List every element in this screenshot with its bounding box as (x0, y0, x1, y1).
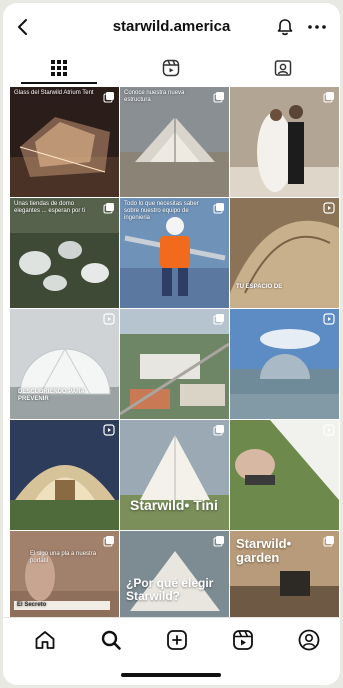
posts-grid: Glass del Starwild Atrium Tent Conoce nu… (10, 87, 340, 617)
tagged-icon (274, 60, 292, 76)
tab-posts[interactable] (3, 51, 115, 85)
post-thumbnail[interactable]: Glass del Starwild Atrium Tent (10, 87, 119, 197)
post-caption: Glass del Starwild Atrium Tent (14, 90, 94, 96)
post-title-overlay: Starwild• garden (236, 536, 292, 565)
post-image (10, 420, 119, 530)
carousel-icon (323, 536, 334, 547)
carousel-icon (213, 314, 224, 325)
active-tab-indicator (21, 82, 97, 84)
profile-tabs (3, 51, 340, 85)
reels-icon (103, 424, 115, 436)
post-image (120, 420, 229, 530)
grid-icon (51, 60, 67, 76)
bottom-navigation (3, 617, 340, 664)
home-icon[interactable] (33, 628, 57, 652)
reels-icon (162, 59, 180, 77)
post-thumbnail[interactable] (230, 87, 339, 197)
reels-icon (323, 424, 335, 436)
reels-icon (323, 202, 335, 214)
post-image (120, 309, 229, 419)
post-thumbnail[interactable] (10, 420, 119, 530)
tab-reels[interactable] (115, 51, 227, 85)
carousel-icon (213, 203, 224, 214)
post-image (230, 309, 339, 419)
reels-icon (103, 313, 115, 325)
carousel-icon (213, 425, 224, 436)
carousel-icon (103, 203, 114, 214)
post-image (230, 87, 339, 197)
reels-icon (323, 313, 335, 325)
post-thumbnail[interactable] (230, 420, 339, 530)
bell-icon[interactable] (275, 17, 295, 37)
post-thumbnail[interactable]: Starwild• garden (230, 531, 339, 617)
post-title-overlay: ¿Por qué elegir Starwild? (126, 576, 214, 603)
carousel-icon (103, 536, 114, 547)
post-image (230, 420, 339, 530)
post-thumbnail[interactable]: El sigo una pla a nuestra portátil El Se… (10, 531, 119, 617)
search-icon[interactable] (99, 628, 123, 652)
post-caption: Conoce nuestra nueva estructura (124, 90, 185, 103)
profile-icon[interactable] (297, 628, 321, 652)
post-image (10, 87, 119, 197)
post-caption: Unas tiendas de domo elegantes ... esper… (14, 201, 86, 214)
post-thumbnail[interactable]: ¿Por qué elegir Starwild? (120, 531, 229, 617)
profile-header: starwild.america (3, 3, 340, 51)
more-horizontal-icon[interactable] (305, 17, 329, 37)
post-caption: El Secreto (14, 601, 110, 610)
post-thumbnail[interactable] (230, 309, 339, 419)
post-thumbnail[interactable]: Unas tiendas de domo elegantes ... esper… (10, 198, 119, 308)
post-image (230, 198, 339, 308)
plus-square-icon[interactable] (165, 628, 189, 652)
home-indicator (121, 673, 221, 677)
post-thumbnail[interactable]: Todo lo que necesitas saber sobre nuestr… (120, 198, 229, 308)
carousel-icon (213, 536, 224, 547)
post-thumbnail[interactable]: TU ESPACIO DE (230, 198, 339, 308)
post-caption: Todo lo que necesitas saber sobre nuestr… (124, 201, 199, 221)
carousel-icon (213, 92, 224, 103)
post-title-overlay: Starwild• Tini (130, 497, 218, 513)
post-thumbnail[interactable]: Conoce nuestra nueva estructura (120, 87, 229, 197)
post-thumbnail[interactable]: Starwild• Tini (120, 420, 229, 530)
post-thumbnail[interactable]: DESCUBRIENDO PARA PREVENIR (10, 309, 119, 419)
carousel-icon (103, 92, 114, 103)
phone-screen: starwild.america Glass del Starwild Atri… (3, 3, 340, 685)
carousel-icon (323, 92, 334, 103)
post-thumbnail[interactable] (120, 309, 229, 419)
reels-icon[interactable] (231, 628, 255, 652)
tab-tagged[interactable] (227, 51, 339, 85)
post-caption: DESCUBRIENDO PARA PREVENIR (18, 389, 85, 402)
post-subcaption: El sigo una pla a nuestra portátil (30, 551, 97, 564)
post-caption: TU ESPACIO DE (236, 284, 283, 290)
